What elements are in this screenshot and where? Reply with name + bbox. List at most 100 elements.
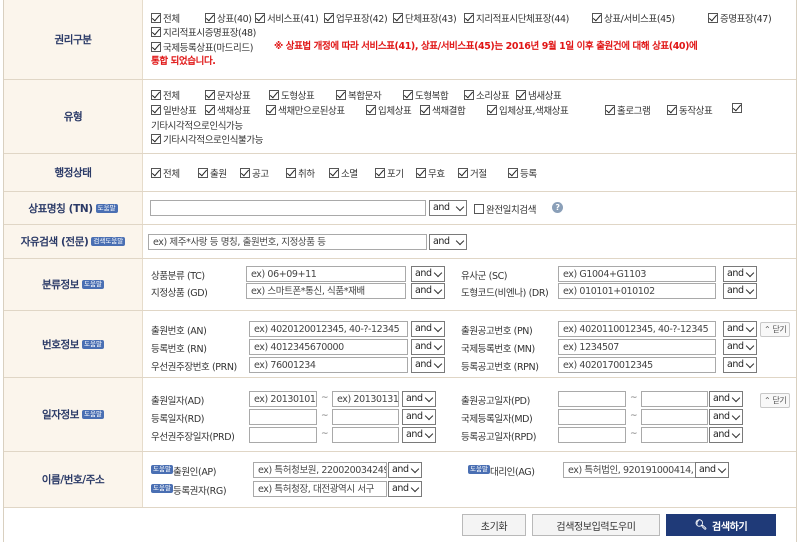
rg-operator-select[interactable]: and — [388, 481, 422, 497]
free-search-input[interactable]: ex) 제주*사랑 등 명칭, 출원번호, 지정상품 등 — [148, 234, 427, 250]
type-checkbox-9[interactable]: 색채만으로된상표 — [266, 103, 345, 117]
md-operator-select[interactable]: and — [709, 409, 743, 425]
type-checkbox-5-box[interactable] — [464, 90, 474, 100]
type-checkbox-15-box[interactable] — [732, 103, 742, 113]
md-from-input[interactable] — [558, 409, 626, 425]
ad-operator-select[interactable]: and — [402, 391, 436, 407]
tn-exact-box[interactable] — [474, 204, 484, 214]
status-checkbox-0[interactable]: 전체 — [151, 166, 180, 180]
dr-operator-select[interactable]: and — [723, 283, 757, 299]
rd-operator-select[interactable]: and — [402, 409, 436, 425]
type-checkbox-5[interactable]: 소리상표 — [464, 88, 509, 102]
prd-from-input[interactable] — [249, 427, 317, 443]
ad-to-input[interactable]: ex) 20130131 — [332, 391, 399, 407]
an-operator-select[interactable]: and — [411, 321, 445, 337]
rights-checkbox-1[interactable]: 상표(40) — [205, 11, 252, 25]
type-checkbox-11-box[interactable] — [420, 105, 430, 115]
type-checkbox-7-box[interactable] — [151, 105, 161, 115]
rights-checkbox-8[interactable]: 지리적표시증명표장(48) — [151, 25, 256, 39]
type-checkbox-11[interactable]: 색채결합 — [420, 103, 465, 117]
dates-help-icon[interactable]: 도움말 — [82, 410, 104, 419]
status-checkbox-5-box[interactable] — [375, 168, 385, 178]
tc-input[interactable]: ex) 06+09+11 — [246, 266, 406, 282]
pd-from-input[interactable] — [558, 391, 626, 407]
rn-input[interactable]: ex) 4012345670000 — [249, 339, 408, 355]
type-checkbox-0-box[interactable] — [151, 90, 161, 100]
type-checkbox-2[interactable]: 도형상표 — [269, 88, 314, 102]
status-checkbox-6[interactable]: 무효 — [416, 166, 445, 180]
rights-checkbox-8-box[interactable] — [151, 27, 161, 37]
dr-input[interactable]: ex) 010101+010102 — [558, 283, 716, 299]
ap-operator-select[interactable]: and — [388, 462, 422, 478]
type-checkbox-1[interactable]: 문자상표 — [205, 88, 250, 102]
status-checkbox-8[interactable]: 등록 — [508, 166, 537, 180]
an-input[interactable]: ex) 4020120012345, 40-?-12345 — [249, 321, 408, 337]
rights-checkbox-7-box[interactable] — [708, 13, 718, 23]
status-checkbox-1-box[interactable] — [198, 168, 208, 178]
type-checkbox-10-box[interactable] — [366, 105, 376, 115]
ap-help-icon[interactable]: 도움말 — [151, 465, 173, 474]
rg-help-icon[interactable]: 도움말 — [151, 484, 173, 493]
ag-input[interactable]: ex) 특허법인, 920191000414, 서 — [563, 462, 697, 478]
rights-checkbox-2-box[interactable] — [255, 13, 265, 23]
rights-checkbox-6-box[interactable] — [592, 13, 602, 23]
tn-input[interactable] — [150, 200, 426, 216]
pn-operator-select[interactable]: and — [723, 321, 757, 337]
type-checkbox-12-box[interactable] — [487, 105, 497, 115]
rpn-input[interactable]: ex) 4020170012345 — [558, 357, 716, 373]
type-checkbox-4-box[interactable] — [403, 90, 413, 100]
type-checkbox-12[interactable]: 입체상표,색채상표 — [487, 103, 568, 117]
rights-checkbox-1-box[interactable] — [205, 13, 215, 23]
rpd-operator-select[interactable]: and — [709, 427, 743, 443]
type-checkbox-13-box[interactable] — [605, 105, 615, 115]
type-checkbox-2-box[interactable] — [269, 90, 279, 100]
type-checkbox-16[interactable]: 기타시각적으로인식불가능 — [151, 132, 263, 146]
type-checkbox-1-box[interactable] — [205, 90, 215, 100]
md-to-input[interactable] — [641, 409, 708, 425]
status-checkbox-3[interactable]: 취하 — [286, 166, 315, 180]
gd-input[interactable]: ex) 스마트폰*통신, 식품*재배 — [246, 283, 406, 299]
status-checkbox-0-box[interactable] — [151, 168, 161, 178]
type-checkbox-6-box[interactable] — [516, 90, 526, 100]
prd-to-input[interactable] — [332, 427, 399, 443]
rpd-from-input[interactable] — [558, 427, 626, 443]
free-help-icon[interactable]: 검색도움말 — [91, 237, 125, 246]
mn-operator-select[interactable]: and — [723, 339, 757, 355]
rights-checkbox-6[interactable]: 상표/서비스표(45) — [592, 11, 675, 25]
type-checkbox-8[interactable]: 색채상표 — [205, 103, 250, 117]
status-checkbox-2-box[interactable] — [240, 168, 250, 178]
search-helper-button[interactable]: 검색정보입력도우미 — [532, 514, 660, 536]
tc-operator-select[interactable]: and — [411, 266, 445, 282]
tn-exact-checkbox[interactable]: 완전일치검색 — [474, 202, 536, 216]
rights-checkbox-0-box[interactable] — [151, 13, 161, 23]
rights-checkbox-9[interactable]: 국제등록상표(마드리드) — [151, 40, 253, 54]
status-checkbox-7[interactable]: 거절 — [458, 166, 487, 180]
ag-operator-select[interactable]: and — [695, 462, 729, 478]
search-button[interactable]: 🔍︎ 검색하기 — [666, 514, 776, 536]
status-checkbox-7-box[interactable] — [458, 168, 468, 178]
type-checkbox-0[interactable]: 전체 — [151, 88, 180, 102]
ad-from-input[interactable]: ex) 20130101 — [249, 391, 317, 407]
tn-operator-select[interactable]: and — [429, 200, 467, 216]
rights-checkbox-3[interactable]: 업무표장(42) — [324, 11, 387, 25]
type-checkbox-13[interactable]: 홀로그램 — [605, 103, 650, 117]
status-checkbox-2[interactable]: 공고 — [240, 166, 269, 180]
status-checkbox-5[interactable]: 포기 — [375, 166, 404, 180]
status-checkbox-6-box[interactable] — [416, 168, 426, 178]
type-checkbox-14[interactable]: 동작상표 — [667, 103, 712, 117]
dates-collapse-button[interactable]: ⌃ 닫기 — [760, 393, 790, 408]
type-checkbox-15[interactable] — [732, 103, 744, 115]
rpd-to-input[interactable] — [641, 427, 708, 443]
type-checkbox-3-box[interactable] — [336, 90, 346, 100]
ap-input[interactable]: ex) 특허청보원, 220020034249 — [253, 462, 387, 478]
status-checkbox-1[interactable]: 출원 — [198, 166, 227, 180]
rpn-operator-select[interactable]: and — [723, 357, 757, 373]
rights-checkbox-7[interactable]: 증명표장(47) — [708, 11, 771, 25]
type-checkbox-6[interactable]: 냄새상표 — [516, 88, 561, 102]
prd-operator-select[interactable]: and — [402, 427, 436, 443]
rights-checkbox-5-box[interactable] — [464, 13, 474, 23]
rg-input[interactable]: ex) 특허청장, 대전광역시 서구 — [253, 481, 387, 497]
status-checkbox-4[interactable]: 소멸 — [329, 166, 358, 180]
number-help-icon[interactable]: 도움말 — [82, 340, 104, 349]
rights-checkbox-5[interactable]: 지리적표시단체표장(44) — [464, 11, 569, 25]
